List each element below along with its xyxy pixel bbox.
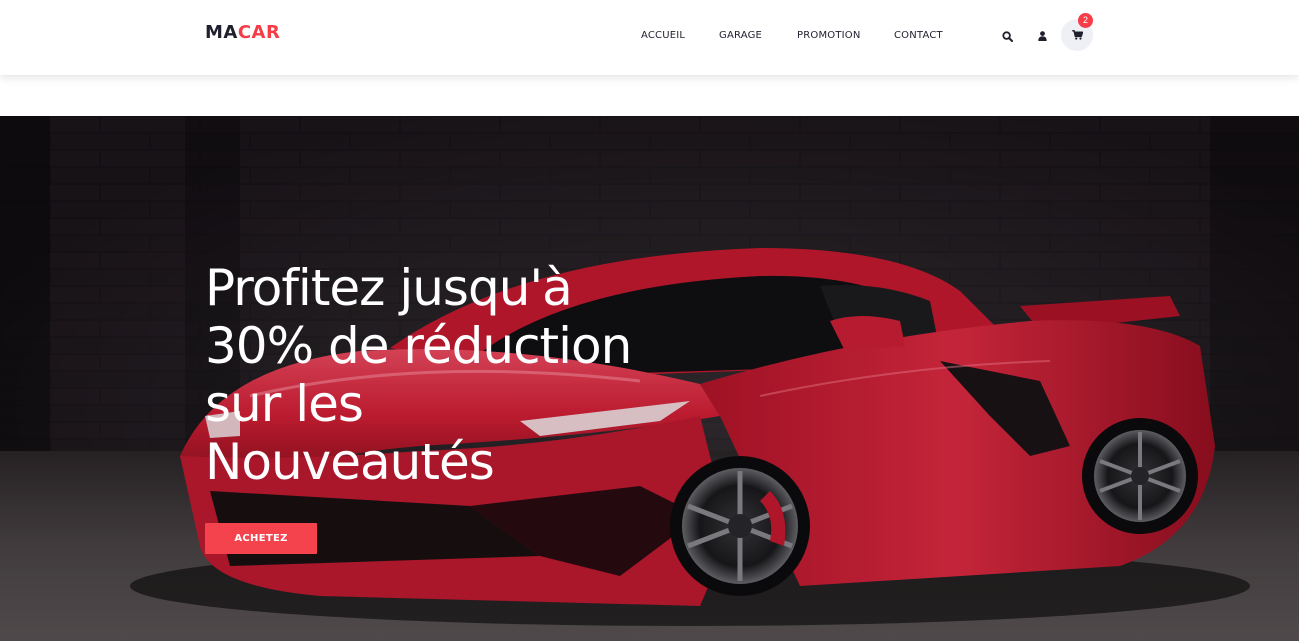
top-navbar: MACAR ACCUEIL GARAGE PROMOTION CONTACT 2: [0, 0, 1299, 75]
hero-title-line-3: sur les: [205, 375, 364, 433]
search-icon: [1001, 30, 1013, 42]
hero-title-line-4: Nouveautés: [205, 433, 495, 491]
search-button[interactable]: [997, 26, 1017, 46]
hero-title-line-1: Profitez jusqu'à: [205, 259, 573, 317]
nav-link-contact[interactable]: CONTACT: [894, 29, 943, 43]
user-icon: [1037, 31, 1047, 41]
cart-icon: [1071, 30, 1083, 40]
nav-link-accueil[interactable]: ACCUEIL: [641, 29, 685, 43]
main-nav: ACCUEIL GARAGE PROMOTION CONTACT: [0, 29, 1299, 43]
nav-link-garage[interactable]: GARAGE: [719, 29, 762, 43]
cart-count-badge: 2: [1078, 13, 1093, 28]
hero-title: Profitez jusqu'à 30% de réduction sur le…: [205, 259, 745, 491]
nav-link-promotion[interactable]: PROMOTION: [797, 29, 861, 43]
hero-title-line-2: 30% de réduction: [205, 317, 632, 375]
hero-banner: Profitez jusqu'à 30% de réduction sur le…: [0, 116, 1299, 641]
buy-now-button[interactable]: ACHETEZ: [205, 523, 317, 554]
account-button[interactable]: [1032, 26, 1052, 46]
